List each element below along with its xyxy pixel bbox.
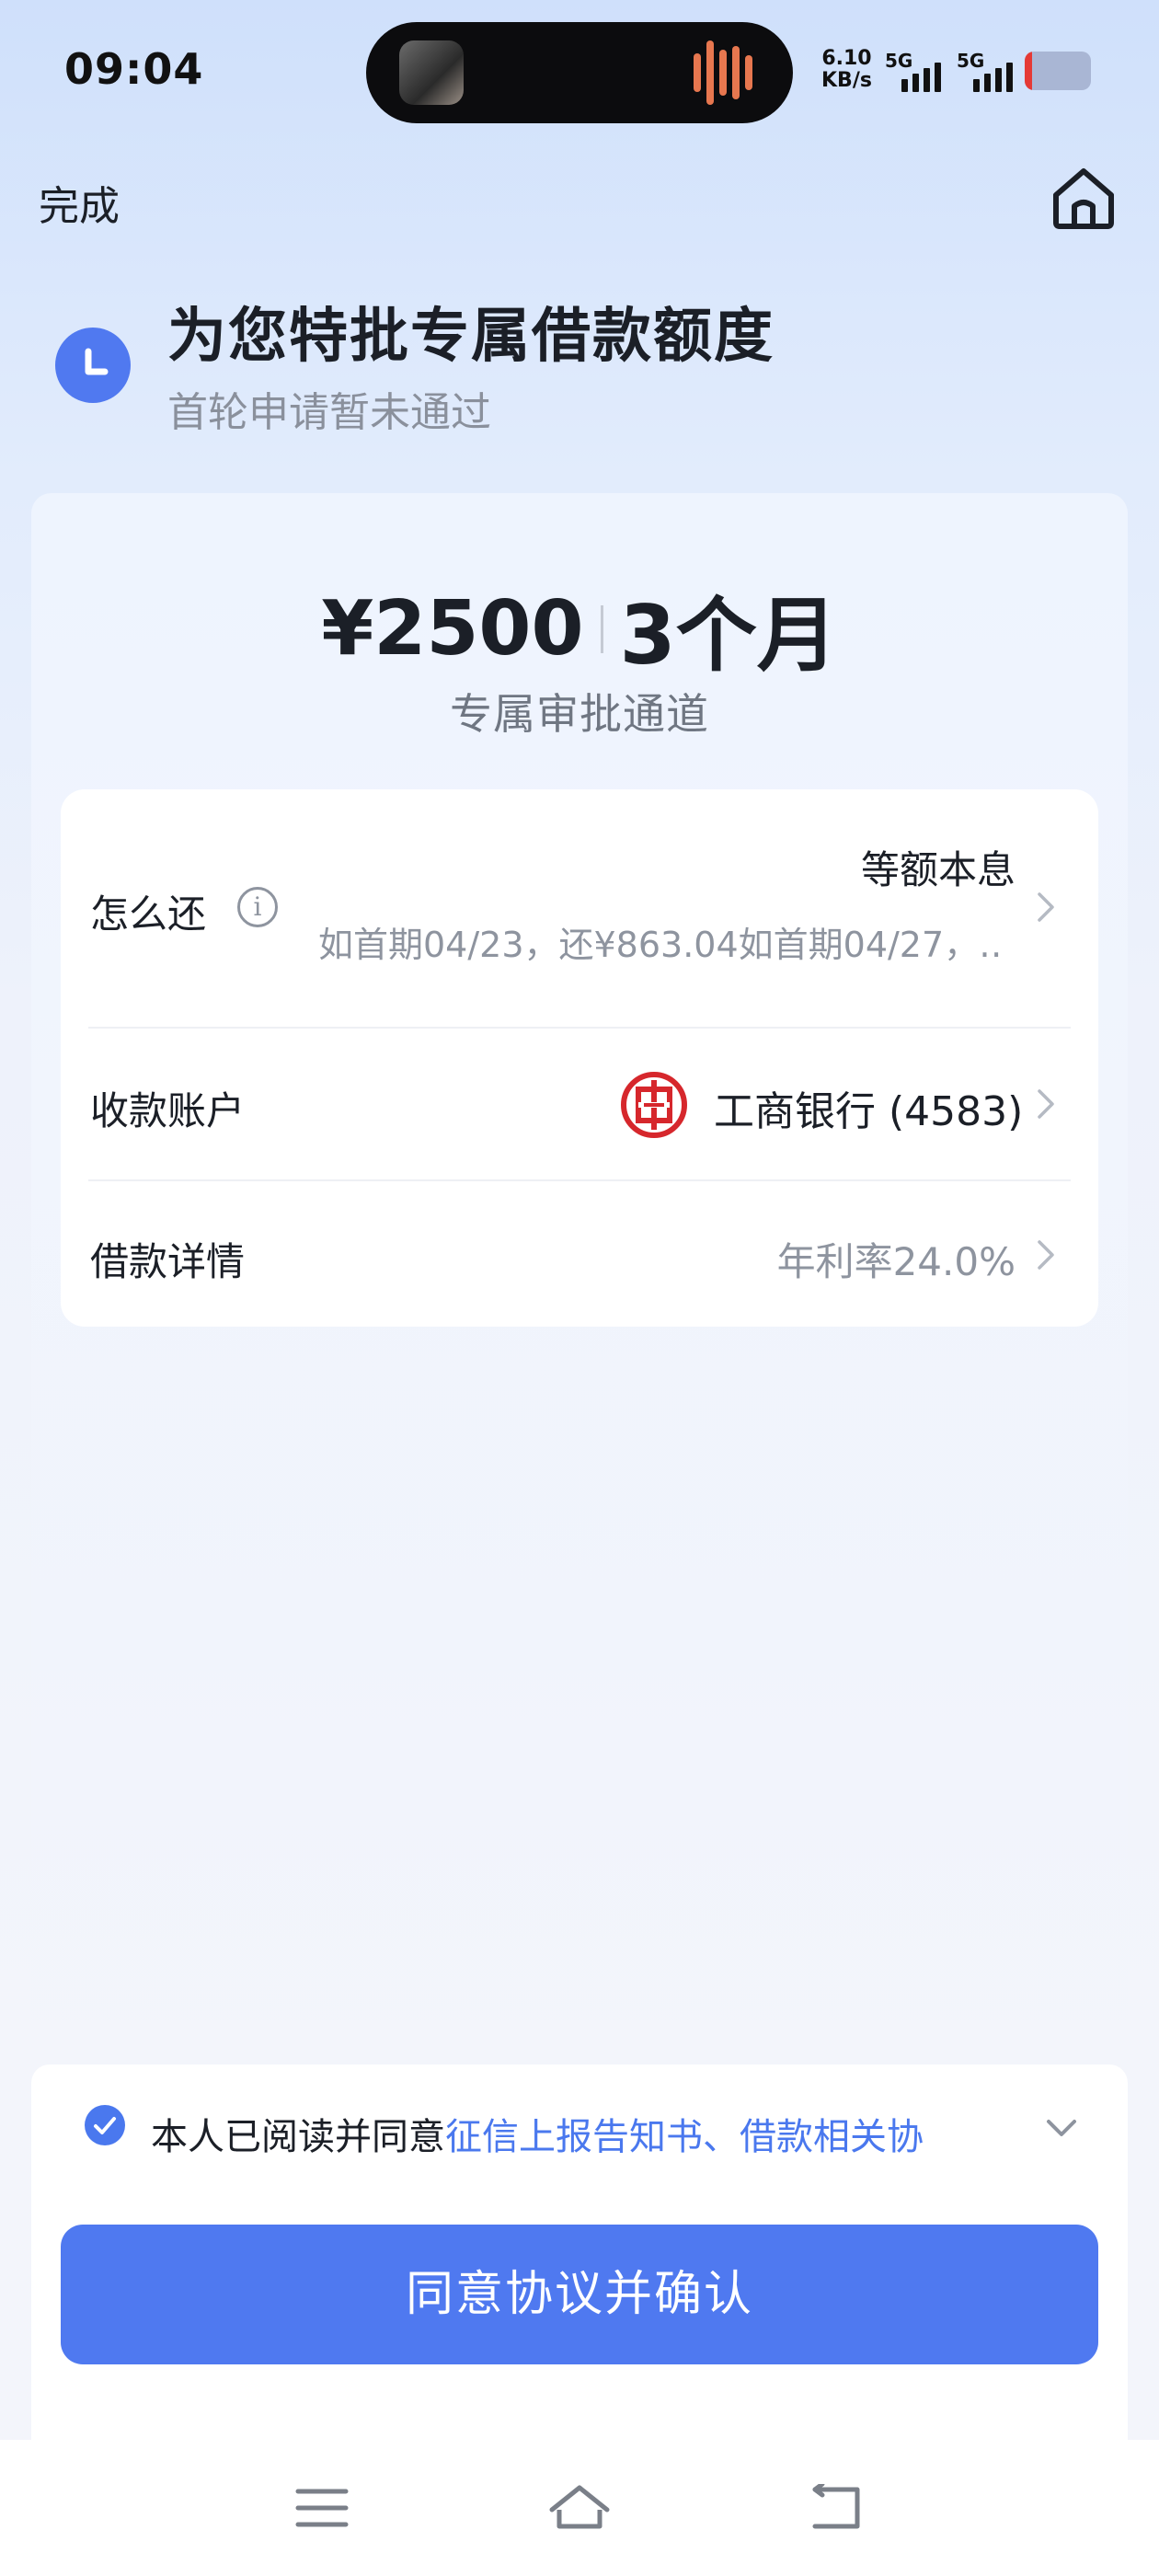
menu-icon[interactable] (294, 2484, 350, 2532)
agreement-link[interactable]: 征信上报告知书、借款相关协 (445, 2116, 924, 2158)
chevron-right-icon (1038, 1089, 1054, 1119)
loan-term: 3个月 (619, 588, 838, 683)
network-speed: 6.10 KB/s (821, 47, 872, 92)
confirm-button[interactable]: 同意协议并确认 (61, 2225, 1098, 2364)
chevron-right-icon (1038, 1240, 1054, 1270)
battery-icon (1025, 52, 1091, 90)
info-icon[interactable]: i (237, 887, 278, 927)
bank-account: 工商银行 (4583) (714, 1088, 1024, 1135)
repay-label: 怎么还 (90, 891, 207, 937)
back-icon[interactable] (809, 2484, 865, 2532)
signal-sim2-icon: 5G (957, 50, 1016, 92)
home-icon[interactable] (1049, 164, 1119, 230)
home-icon[interactable] (548, 2484, 611, 2532)
offer-summary: ¥2500 3个月 (0, 570, 1159, 687)
approval-channel: 专属审批通道 (450, 689, 709, 739)
chevron-right-icon (1038, 892, 1054, 922)
agree-checkbox[interactable] (85, 2105, 125, 2145)
annual-rate: 年利率24.0% (776, 1239, 1016, 1284)
repay-schedule: 如首期04/23，还¥863.04如首期04/27，… (318, 925, 1001, 965)
divider (600, 604, 603, 653)
dynamic-island[interactable] (366, 22, 793, 123)
page-title: 为您特批专属借款额度 (167, 303, 775, 371)
signal-sim1-icon: 5G (885, 50, 944, 92)
agreement-text: 本人已阅读并同意征信上报告知书、借款相关协 (151, 2116, 924, 2158)
loan-detail-label: 借款详情 (90, 1239, 246, 1284)
media-thumbnail (399, 40, 464, 105)
repay-row[interactable] (61, 789, 1098, 1027)
chevron-down-icon[interactable] (1043, 2112, 1080, 2142)
loan-amount: ¥2500 (321, 585, 584, 673)
repay-method: 等额本息 (860, 847, 1016, 892)
page-subtitle: 首轮申请暂未通过 (167, 389, 491, 436)
status-time: 09:04 (64, 44, 204, 94)
clock-icon (55, 328, 131, 403)
audio-wave-icon (694, 53, 701, 92)
done-button[interactable]: 完成 (39, 173, 120, 232)
icbc-logo-icon (621, 1072, 687, 1138)
account-label: 收款账户 (90, 1088, 246, 1133)
